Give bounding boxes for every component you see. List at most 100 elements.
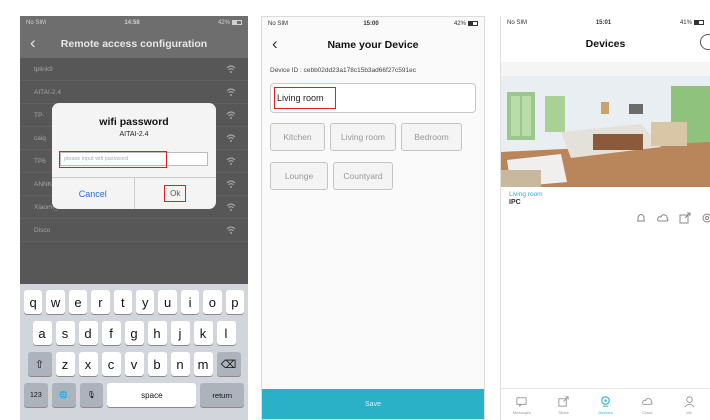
camera-preview[interactable] — [501, 62, 710, 187]
key-i[interactable]: i — [180, 290, 200, 314]
battery-icon — [693, 19, 704, 25]
dialog-buttons: Cancel Ok — [52, 177, 216, 209]
name-device-screen: No SIM 15:00 42% ‹ Name your Device Devi… — [261, 16, 485, 420]
carrier: No SIM — [26, 20, 47, 26]
return-key[interactable]: return — [200, 383, 244, 407]
name-suggestions: Kitchen Living room Bedroom Lounge Count… — [262, 113, 484, 201]
battery-icon — [231, 19, 242, 25]
battery-percent: 42% — [453, 21, 466, 28]
status-bar: No SIM 15:01 41% — [501, 16, 710, 30]
key-t[interactable]: t — [113, 290, 132, 314]
key-w[interactable]: w — [46, 290, 65, 314]
tab-label: Cloud — [642, 409, 653, 415]
microphone-key-icon[interactable]: 🎙 — [79, 383, 104, 407]
tab-devices[interactable]: Devices — [585, 389, 627, 420]
add-device-icon[interactable] — [700, 34, 710, 50]
carrier: No SIM — [268, 21, 289, 27]
save-button[interactable]: Save — [262, 389, 484, 419]
share-icon[interactable] — [678, 211, 692, 225]
key-x[interactable]: x — [78, 352, 98, 376]
wifi-config-screen: No SIM 14:58 42% ‹ Remote access configu… — [20, 16, 248, 420]
key-f[interactable]: f — [101, 321, 121, 345]
device-name-value: Living room — [274, 87, 336, 109]
key-n[interactable]: n — [170, 352, 190, 376]
key-u[interactable]: u — [158, 290, 177, 314]
suggestion-kitchen[interactable]: Kitchen — [270, 123, 325, 151]
key-j[interactable]: j — [170, 321, 190, 345]
key-p[interactable]: p — [225, 290, 245, 314]
status-bar: No SIM 14:58 42% — [20, 16, 248, 30]
key-b[interactable]: b — [147, 352, 167, 376]
device-id: Device ID : cebb02dd23a178c15b3ad66f27c5… — [270, 67, 417, 74]
device-name[interactable]: Living room — [501, 187, 710, 198]
suggestion-living-room[interactable]: Living room — [330, 123, 396, 151]
nav-bar: ‹ Name your Device — [262, 31, 484, 59]
battery-indicator: 41% — [679, 19, 704, 27]
space-key[interactable]: space — [107, 383, 197, 407]
back-chevron-icon[interactable]: ‹ — [272, 34, 278, 54]
carrier: No SIM — [507, 20, 528, 26]
key-m[interactable]: m — [193, 352, 213, 376]
key-d[interactable]: d — [78, 321, 98, 345]
key-q[interactable]: q — [23, 290, 43, 314]
clock: 15:00 — [363, 21, 379, 27]
key-k[interactable]: k — [193, 321, 213, 345]
keyboard-row-2: a s d f g h j k l — [22, 321, 246, 345]
key-a[interactable]: a — [32, 321, 52, 345]
cloud-icon — [641, 397, 653, 405]
shift-key-icon[interactable]: ⇧ — [27, 352, 52, 376]
devices-screen: No SIM 15:01 41% Devices Living room IPC — [500, 16, 710, 420]
numbers-key[interactable]: 123 — [24, 383, 48, 407]
key-l[interactable]: l — [216, 321, 236, 345]
alarm-bell-icon[interactable] — [634, 211, 648, 225]
clock: 15:01 — [595, 20, 612, 26]
clock: 14:58 — [124, 20, 140, 26]
delete-key-icon[interactable]: ⌫ — [216, 352, 241, 376]
key-e[interactable]: e — [68, 290, 88, 314]
tab-label: Me — [686, 409, 692, 415]
key-r[interactable]: r — [91, 290, 110, 314]
key-y[interactable]: y — [136, 290, 155, 314]
battery-icon — [467, 20, 478, 26]
device-name-input[interactable]: Living room — [270, 83, 476, 113]
onscreen-keyboard: q w e r t y u i o p a s d f g h j k l ⇧ … — [20, 284, 248, 420]
tab-label: Messages — [512, 409, 532, 415]
key-z[interactable]: z — [55, 352, 75, 376]
key-v[interactable]: v — [124, 352, 144, 376]
suggestion-lounge[interactable]: Lounge — [270, 162, 328, 190]
camera-icon — [601, 395, 610, 407]
back-chevron-icon[interactable]: ‹ — [30, 33, 36, 53]
key-h[interactable]: h — [147, 321, 167, 345]
bottom-tab-bar: Messages Share Devices Cloud Me — [501, 388, 710, 420]
suggestion-countyard[interactable]: Countyard — [333, 162, 393, 190]
settings-gear-icon[interactable] — [700, 211, 710, 225]
tab-label: Share — [558, 409, 570, 415]
key-g[interactable]: g — [124, 321, 144, 345]
key-s[interactable]: s — [55, 321, 75, 345]
cloud-icon[interactable] — [656, 211, 670, 225]
battery-indicator: 42% — [453, 20, 478, 28]
nav-bar: Devices — [501, 30, 710, 58]
tab-share[interactable]: Share — [543, 389, 585, 420]
tab-me[interactable]: Me — [668, 389, 710, 420]
living-room-snapshot — [501, 62, 710, 187]
globe-key-icon[interactable]: 🌐 — [51, 383, 76, 407]
ok-button[interactable]: Ok — [164, 185, 187, 202]
dialog-ssid: AITAI-2.4 — [119, 131, 149, 138]
page-title: Remote access configuration — [60, 38, 208, 50]
page-title: Name your Device — [327, 39, 419, 51]
key-o[interactable]: o — [203, 290, 222, 314]
battery-percent: 41% — [679, 20, 692, 27]
battery-percent: 42% — [217, 20, 230, 27]
keyboard-row-1: q w e r t y u i o p — [22, 290, 246, 314]
ok-button-cell: Ok — [133, 178, 217, 209]
wifi-password-dialog: wifi password AITAI-2.4 please input wif… — [52, 103, 216, 209]
user-icon — [684, 395, 695, 407]
suggestion-bedroom[interactable]: Bedroom — [401, 123, 462, 151]
password-input-highlight — [59, 151, 167, 168]
nav-bar: ‹ Remote access configuration — [20, 30, 248, 58]
cancel-button[interactable]: Cancel — [52, 178, 134, 209]
key-c[interactable]: c — [101, 352, 121, 376]
tab-messages[interactable]: Messages — [501, 389, 543, 420]
tab-cloud[interactable]: Cloud — [626, 389, 668, 420]
